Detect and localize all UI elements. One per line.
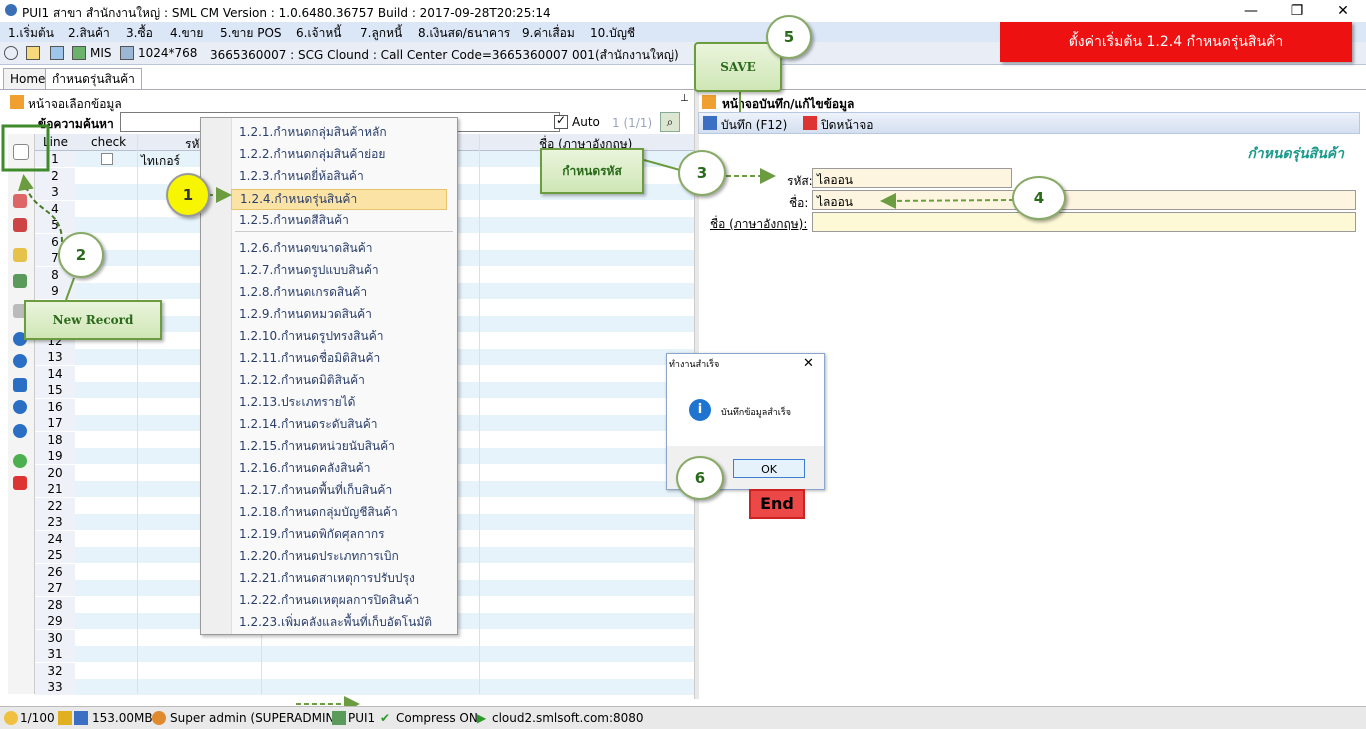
play-icon: ▶	[477, 711, 487, 725]
step-6-marker: 6	[676, 456, 724, 500]
status-branch: PUI1	[348, 711, 376, 725]
step3-connector	[643, 159, 681, 171]
step4-arrow	[880, 192, 1015, 209]
memory-icon	[74, 711, 88, 725]
step-2-marker: 2	[58, 232, 104, 278]
step2-connector	[65, 277, 75, 301]
key-icon	[58, 711, 72, 725]
status-page: 1/100	[20, 711, 55, 725]
check-icon: ✔	[380, 711, 391, 725]
status-server: cloud2.smlsoft.com:8080	[492, 711, 644, 725]
step-4-marker: 4	[1012, 176, 1066, 220]
step-5-marker: 5	[766, 15, 812, 59]
step-1-marker: 1	[166, 173, 210, 217]
step2-arrow	[18, 174, 63, 243]
code-callout: กำหนดรหัส	[540, 148, 644, 194]
status-user: Super admin (SUPERADMIN)	[170, 711, 340, 725]
status-bar: 1/100 153.00MB Super admin (SUPERADMIN) …	[0, 706, 1366, 729]
status-memory: 153.00MB	[92, 711, 153, 725]
new-record-highlight	[1, 124, 50, 172]
step-3-marker: 3	[678, 150, 726, 196]
users-icon	[4, 711, 18, 725]
save-callout: SAVE	[694, 42, 782, 92]
branch-icon	[332, 711, 346, 725]
annotation-arrows	[1, 57, 1015, 712]
status-compress: Compress ON	[396, 711, 478, 725]
user-icon	[152, 711, 166, 725]
new-record-callout: New Record	[24, 300, 162, 340]
